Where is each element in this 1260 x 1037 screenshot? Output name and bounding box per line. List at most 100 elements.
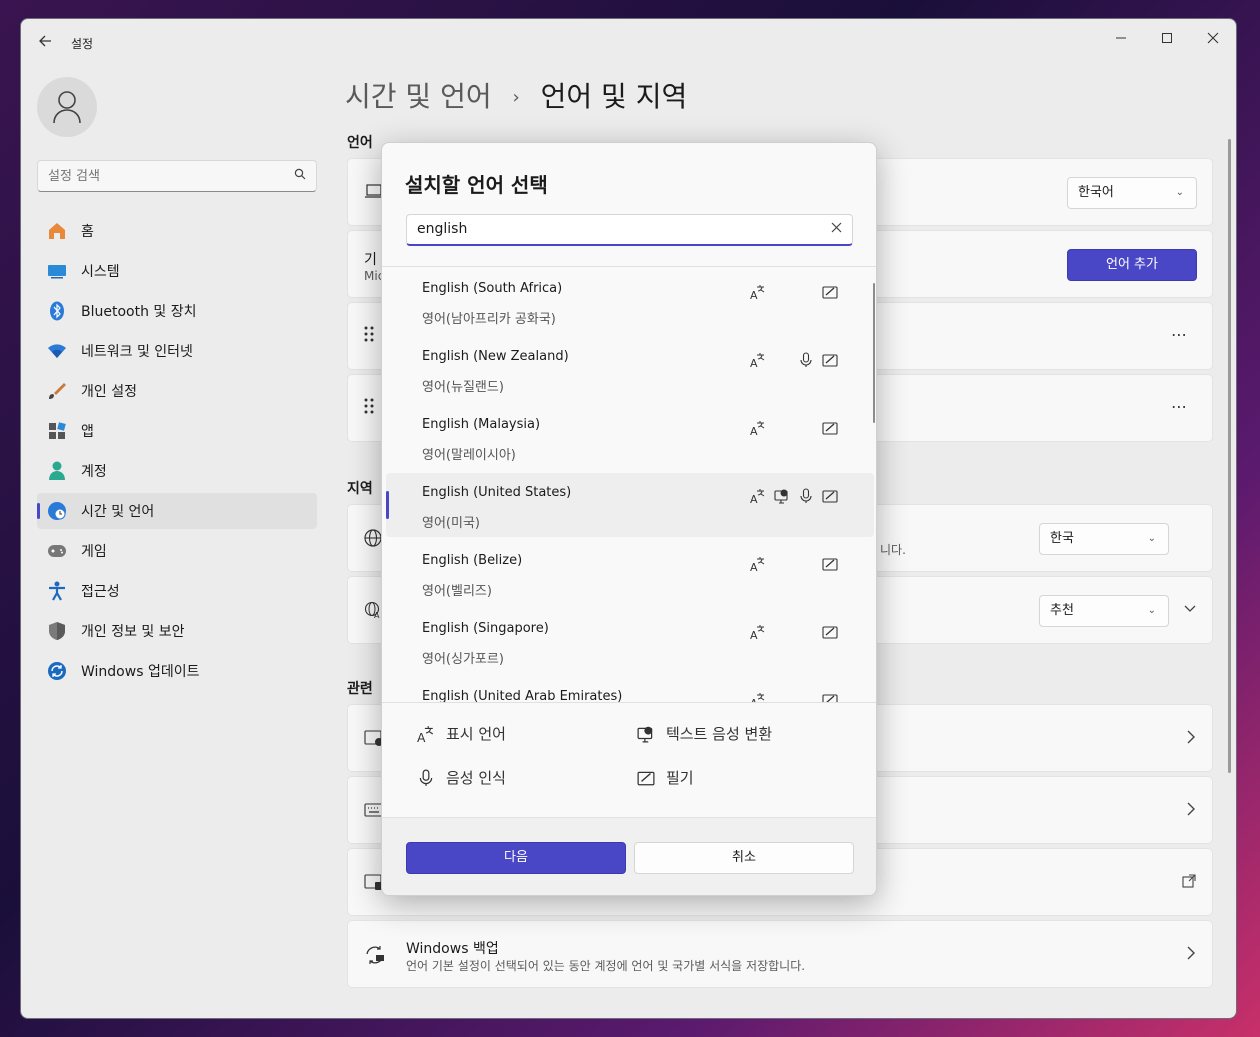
legend-handwriting: 필기 <box>636 767 694 788</box>
legend-label: 텍스트 음성 변환 <box>666 725 773 743</box>
sidebar-item-personalization[interactable]: 개인 설정 <box>37 373 317 409</box>
drag-handle-icon[interactable] <box>364 325 374 347</box>
language-name-en: English (South Africa) <box>422 281 563 296</box>
language-name-ko: 영어(남아프리카 공화국) <box>422 312 556 327</box>
sidebar-item-accessibility[interactable]: 접근성 <box>37 573 317 609</box>
settings-search-box[interactable] <box>37 160 317 192</box>
language-item-united-states[interactable]: English (United States) 영어(미국) A <box>386 473 874 537</box>
display-language-icon: A <box>749 555 767 573</box>
sidebar-item-system[interactable]: 시스템 <box>37 253 317 289</box>
language-item-malaysia[interactable]: English (Malaysia) 영어(말레이시아) A <box>386 405 874 469</box>
microphone-icon <box>797 487 815 505</box>
settings-search-input[interactable] <box>38 161 278 191</box>
language-item-belize[interactable]: English (Belize) 영어(벨리즈) A <box>386 541 874 605</box>
svg-text:A: A <box>750 425 758 436</box>
region-description: 니다. <box>880 543 906 557</box>
legend-label: 표시 언어 <box>446 725 506 743</box>
bluetooth-icon <box>47 301 67 321</box>
page-scrollbar[interactable] <box>1228 139 1231 773</box>
handwriting-icon <box>821 555 839 573</box>
display-language-icon: A <box>749 419 767 437</box>
country-dropdown[interactable]: 한국 ⌄ <box>1039 523 1169 555</box>
svg-text:A: A <box>374 611 380 619</box>
language-select-dialog: 설치할 언어 선택 English (South Africa) 영어(남아프리… <box>381 142 877 896</box>
handwriting-icon <box>821 283 839 301</box>
privacy-icon <box>47 621 67 641</box>
maximize-icon[interactable] <box>1144 25 1190 55</box>
language-item-new-zealand[interactable]: English (New Zealand) 영어(뉴질랜드) A <box>386 337 874 401</box>
expand-chevron-icon[interactable] <box>1184 599 1196 618</box>
back-arrow-icon[interactable] <box>33 31 57 55</box>
backup-description: 언어 기본 설정이 선택되어 있는 동안 계정에 언어 및 국가별 서식을 저장… <box>406 959 806 973</box>
clear-search-icon[interactable] <box>831 221 842 237</box>
sidebar-item-accounts[interactable]: 계정 <box>37 453 317 489</box>
external-link-icon <box>1182 873 1196 892</box>
display-language-icon: A <box>749 283 767 301</box>
sidebar-item-windows-update[interactable]: Windows 업데이트 <box>37 653 317 689</box>
avatar[interactable] <box>37 77 97 137</box>
handwriting-icon <box>636 768 656 788</box>
language-search-box[interactable] <box>406 214 853 246</box>
sidebar-item-time-language[interactable]: 시간 및 언어 <box>37 493 317 529</box>
windows-backup-card[interactable]: Windows 백업 언어 기본 설정이 선택되어 있는 동안 계정에 언어 및… <box>347 920 1213 988</box>
breadcrumb-parent[interactable]: 시간 및 언어 <box>345 80 492 113</box>
display-language-icon: A <box>749 623 767 641</box>
backup-sync-icon <box>364 945 386 970</box>
search-icon[interactable] <box>294 168 306 184</box>
gaming-icon <box>47 541 67 561</box>
sidebar-item-privacy[interactable]: 개인 정보 및 보안 <box>37 613 317 649</box>
sidebar-item-apps[interactable]: 앱 <box>37 413 317 449</box>
more-options-icon[interactable]: ⋯ <box>1171 397 1188 416</box>
minimize-icon[interactable] <box>1098 25 1144 55</box>
sidebar-item-label: 접근성 <box>81 584 120 600</box>
legend-label: 음성 인식 <box>446 769 506 787</box>
sidebar-item-bluetooth[interactable]: Bluetooth 및 장치 <box>37 293 317 329</box>
sidebar-item-label: 네트워크 및 인터넷 <box>81 344 193 360</box>
sidebar-item-home[interactable]: 홈 <box>37 213 317 249</box>
add-language-button[interactable]: 언어 추가 <box>1067 249 1197 281</box>
window-title: 설정 <box>71 37 94 51</box>
drag-handle-icon[interactable] <box>364 397 374 419</box>
language-item-singapore[interactable]: English (Singapore) 영어(싱가포르) A <box>386 609 874 673</box>
language-name-en: English (Singapore) <box>422 621 549 636</box>
section-language-label: 언어 <box>347 135 373 151</box>
regional-format-dropdown[interactable]: 추천 ⌄ <box>1039 595 1169 627</box>
language-item-uae[interactable]: English (United Arab Emirates) A <box>386 677 874 703</box>
accounts-icon <box>47 461 67 481</box>
display-language-dropdown[interactable]: 한국어 ⌄ <box>1067 177 1197 209</box>
language-list[interactable]: English (South Africa) 영어(남아프리카 공화국) A E… <box>382 266 876 703</box>
legend-speech: 음성 인식 <box>416 767 506 788</box>
svg-text:A: A <box>417 730 426 742</box>
svg-text:A: A <box>750 289 758 300</box>
svg-text:A: A <box>750 357 758 368</box>
language-name-en: English (New Zealand) <box>422 349 569 364</box>
regional-format-value: 추천 <box>1050 603 1074 618</box>
language-item-south-africa[interactable]: English (South Africa) 영어(남아프리카 공화국) A <box>386 269 874 333</box>
language-search-input[interactable] <box>407 215 807 243</box>
chevron-right-icon <box>1186 945 1196 964</box>
display-language-icon: A <box>749 487 767 505</box>
sidebar-item-gaming[interactable]: 게임 <box>37 533 317 569</box>
language-name-en: English (Belize) <box>422 553 523 568</box>
user-icon <box>53 91 81 124</box>
chevron-down-icon: ⌄ <box>1147 533 1156 544</box>
handwriting-icon <box>821 487 839 505</box>
list-scrollbar[interactable] <box>873 283 875 423</box>
svg-text:A: A <box>750 629 758 640</box>
more-options-icon[interactable]: ⋯ <box>1171 325 1188 344</box>
dialog-title: 설치할 언어 선택 <box>405 173 548 197</box>
display-language-icon: A <box>416 724 436 744</box>
cancel-button[interactable]: 취소 <box>634 842 854 874</box>
sidebar-item-network[interactable]: 네트워크 및 인터넷 <box>37 333 317 369</box>
next-button[interactable]: 다음 <box>406 842 626 874</box>
display-language-value: 한국어 <box>1078 185 1114 200</box>
preferred-languages-title: 기 <box>364 252 377 268</box>
svg-text:A: A <box>750 493 758 504</box>
close-icon[interactable] <box>1190 25 1236 55</box>
language-name-en: English (United Arab Emirates) <box>422 689 623 703</box>
sidebar-item-label: 게임 <box>81 544 107 560</box>
accessibility-icon <box>47 581 67 601</box>
section-related-label: 관련 <box>347 681 373 697</box>
network-icon <box>47 341 67 361</box>
chevron-right-icon <box>1186 729 1196 748</box>
